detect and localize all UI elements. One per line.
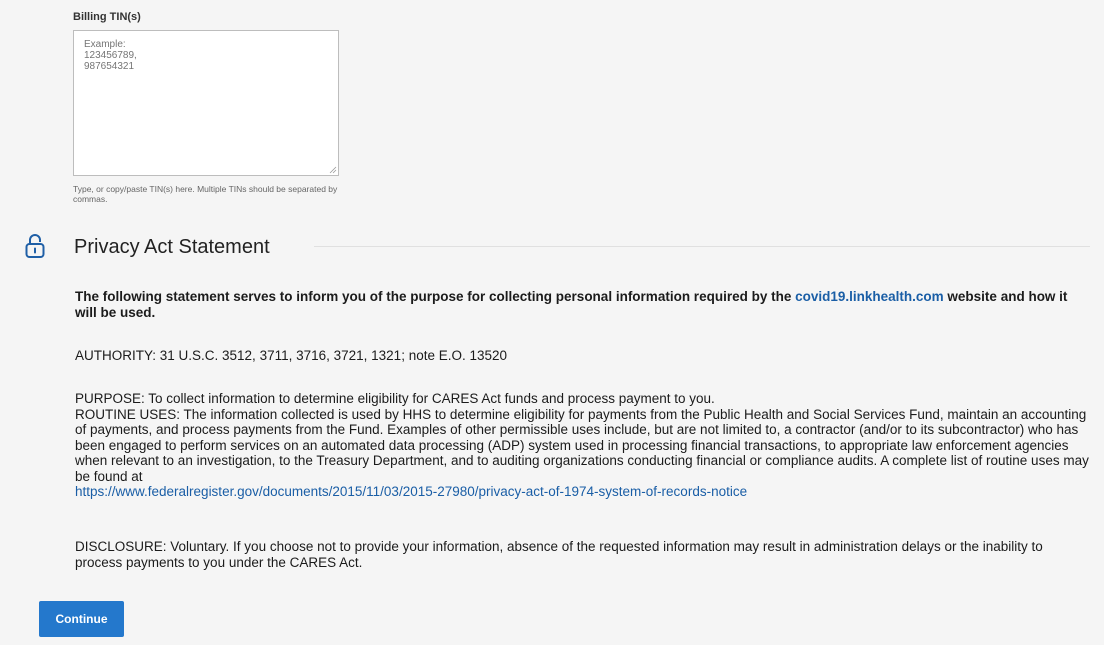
tin-textarea-container xyxy=(73,30,339,176)
lock-icon xyxy=(25,234,45,258)
resize-grip-icon[interactable] xyxy=(329,166,337,174)
intro-text: The following statement serves to inform… xyxy=(75,289,792,304)
purpose-block: PURPOSE: To collect information to deter… xyxy=(75,391,1090,500)
covid19-site-link[interactable]: covid19.linkhealth.com xyxy=(795,289,944,304)
section-title: Privacy Act Statement xyxy=(74,236,270,258)
federal-register-link[interactable]: https://www.federalregister.gov/document… xyxy=(75,484,747,499)
tin-field-label: Billing TIN(s) xyxy=(73,11,141,23)
authority-text: AUTHORITY: 31 U.S.C. 3512, 3711, 3716, 3… xyxy=(75,348,508,363)
disclosure-text: DISCLOSURE: Voluntary. If you choose not… xyxy=(75,539,1043,570)
page: Billing TIN(s) Type, or copy/paste TIN(s… xyxy=(0,0,1104,645)
routine-uses-text: ROUTINE USES: The information collected … xyxy=(75,407,1090,500)
privacy-intro: The following statement serves to inform… xyxy=(75,289,1090,320)
privacy-section-header: Privacy Act Statement xyxy=(24,232,1090,264)
purpose-text: PURPOSE: To collect information to deter… xyxy=(75,391,715,406)
billing-tin-textarea[interactable] xyxy=(74,31,338,175)
tin-helper-text: Type, or copy/paste TIN(s) here. Multipl… xyxy=(73,184,338,204)
routine-uses-body: ROUTINE USES: The information collected … xyxy=(75,406,1089,484)
section-divider xyxy=(314,246,1090,247)
continue-button[interactable]: Continue xyxy=(39,601,124,637)
